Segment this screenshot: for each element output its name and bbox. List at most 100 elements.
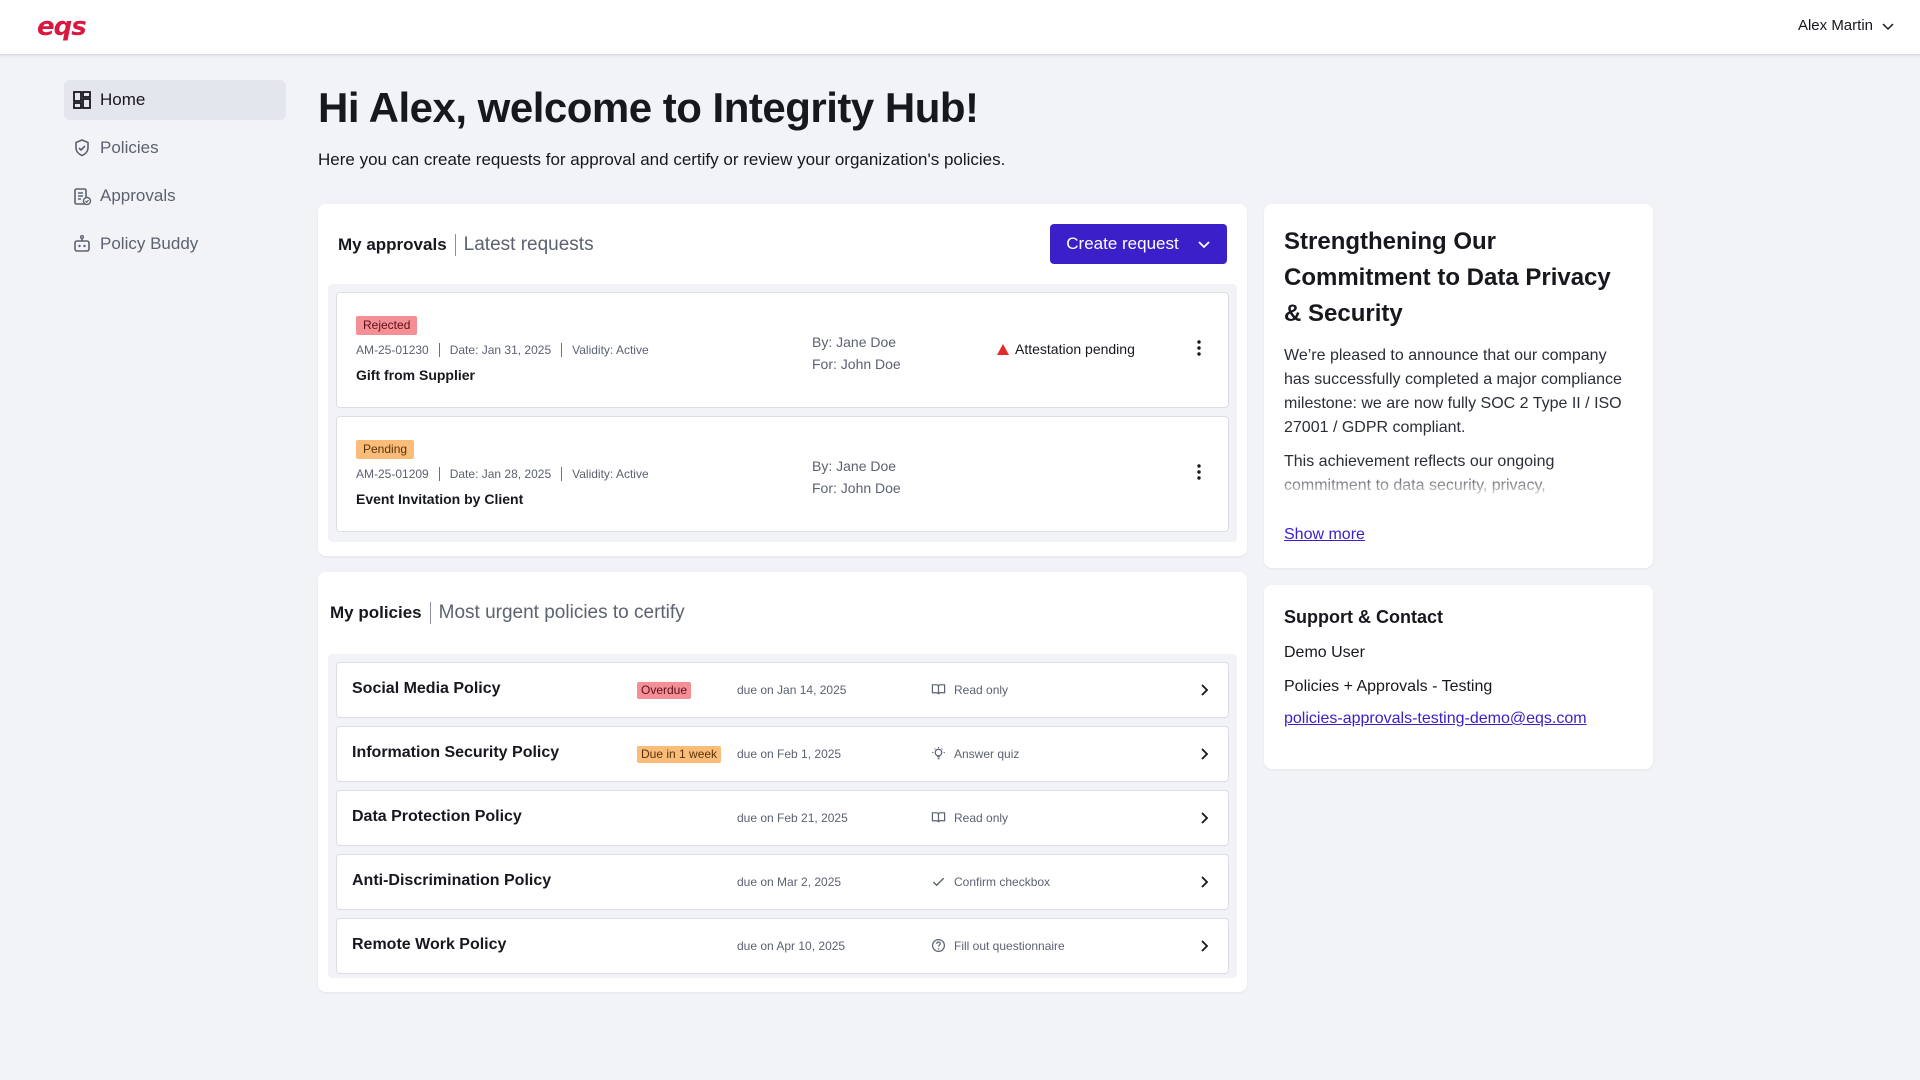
divider [454, 234, 456, 256]
policy-action-label: Confirm checkbox [954, 874, 1051, 889]
page-subtitle: Here you can create requests for approva… [318, 150, 1006, 169]
approvals-card: My approvals Latest requests Create requ… [318, 204, 1247, 556]
status-badge: Overdue [637, 682, 692, 699]
approval-id: AM-25-01209 [356, 467, 429, 481]
page-title: Hi Alex, welcome to Integrity Hub! [318, 84, 979, 131]
sidebar-item-policies[interactable]: Policies [64, 128, 286, 168]
sidebar-item-approvals[interactable]: Approvals [64, 176, 286, 216]
policy-action: Fill out questionnaire [931, 938, 1065, 953]
support-email-link[interactable]: policies-approvals-testing-demo@eqs.com [1284, 710, 1587, 728]
policy-action-label: Answer quiz [954, 746, 1020, 761]
approval-title: Gift from Supplier [356, 367, 475, 383]
policy-row[interactable]: Social Media Policy Overdue due on Jan 1… [336, 662, 1229, 718]
policy-action-label: Read only [954, 682, 1009, 697]
policies-heading: My policies [330, 603, 422, 622]
approval-title: Event Invitation by Client [356, 491, 524, 507]
user-name: Alex Martin [1797, 17, 1873, 34]
support-user: Demo User [1284, 644, 1365, 661]
approval-row[interactable]: Pending AM-25-01209 Date: Jan 28, 2025 V… [336, 416, 1229, 532]
policy-name: Remote Work Policy [352, 936, 507, 953]
approval-for: For: John Doe [812, 356, 901, 372]
approval-date: Date: Jan 31, 2025 [449, 343, 552, 357]
attestation-label: Attestation pending [1015, 341, 1135, 357]
divider [429, 602, 431, 624]
chevron-right-icon[interactable] [1196, 810, 1212, 826]
lightbulb-icon [932, 746, 945, 760]
shield-check-icon [72, 138, 92, 158]
policy-name: Social Media Policy [352, 680, 501, 697]
show-more-link[interactable]: Show more [1284, 526, 1365, 544]
chevron-right-icon[interactable] [1196, 746, 1212, 762]
book-icon [931, 812, 946, 823]
sidebar-item-label: Policies [100, 138, 159, 157]
approvals-subheading: Latest requests [463, 234, 594, 255]
divider [561, 467, 563, 481]
user-menu[interactable]: Alex Martin [1798, 17, 1895, 34]
chevron-right-icon[interactable] [1196, 682, 1212, 698]
policy-name: Information Security Policy [352, 744, 560, 761]
book-icon [931, 684, 946, 695]
chevron-down-icon [1198, 241, 1210, 249]
policies-list: Social Media Policy Overdue due on Jan 1… [328, 654, 1237, 978]
question-circle-icon [931, 938, 946, 953]
policy-action: Read only [931, 682, 1008, 697]
status-badge: Pending [356, 440, 415, 459]
approvals-card-header: My approvals Latest requests [338, 234, 594, 256]
announcement-fade: This achievement reflects our ongoing co… [1284, 450, 1633, 500]
policy-action: Answer quiz [931, 746, 1019, 761]
policy-due-date: due on Apr 10, 2025 [737, 939, 846, 953]
policy-action: Read only [931, 810, 1008, 825]
support-title: Support & Contact [1284, 607, 1443, 627]
approval-date: Date: Jan 28, 2025 [449, 467, 552, 481]
create-request-button[interactable]: Create request [1050, 224, 1227, 264]
support-tenant: Policies + Approvals - Testing [1284, 678, 1493, 695]
approval-by: By: Jane Doe [812, 334, 897, 350]
create-request-label: Create request [1066, 234, 1179, 253]
attestation-status: Attestation pending [997, 341, 1135, 357]
support-card: Support & Contact Demo User Policies + A… [1264, 585, 1653, 769]
chevron-right-icon[interactable] [1196, 938, 1212, 954]
sidebar: Home Policies Approvals Policy Buddy [64, 80, 286, 272]
sidebar-item-label: Approvals [100, 186, 176, 205]
clipboard-check-icon [72, 186, 92, 206]
approval-validity: Validity: Active [572, 343, 649, 357]
approval-meta: AM-25-01230 Date: Jan 31, 2025 Validity:… [356, 343, 649, 357]
announcement-paragraph: We’re pleased to announce that our compa… [1284, 347, 1622, 436]
bot-icon [72, 234, 92, 254]
policies-card: My policies Most urgent policies to cert… [318, 572, 1247, 992]
approval-by: By: Jane Doe [812, 458, 897, 474]
policy-row[interactable]: Remote Work Policy due on Apr 10, 2025 F… [336, 918, 1229, 974]
approval-for: For: John Doe [812, 480, 901, 496]
policy-due-date: due on Mar 2, 2025 [737, 875, 842, 889]
sidebar-item-policy-buddy[interactable]: Policy Buddy [64, 224, 286, 264]
policy-row[interactable]: Anti-Discrimination Policy due on Mar 2,… [336, 854, 1229, 910]
announcement-paragraph: This achievement reflects our ongoing co… [1284, 453, 1555, 494]
divider [438, 343, 440, 357]
policy-action-label: Read only [954, 810, 1009, 825]
warning-triangle-icon [997, 343, 1009, 355]
policy-name: Data Protection Policy [352, 808, 522, 825]
chevron-right-icon[interactable] [1196, 874, 1212, 890]
more-options-icon[interactable] [1196, 339, 1202, 357]
policy-name: Anti-Discrimination Policy [352, 872, 552, 889]
eqs-logo[interactable]: eqs [37, 14, 87, 40]
divider [561, 343, 563, 357]
top-bar: eqs Alex Martin [0, 0, 1920, 55]
dashboard-icon [72, 90, 92, 110]
policy-action-label: Fill out questionnaire [954, 938, 1065, 953]
status-badge: Due in 1 week [637, 746, 722, 763]
approvals-heading: My approvals [338, 235, 447, 254]
sidebar-item-home[interactable]: Home [64, 80, 286, 120]
policy-row[interactable]: Information Security Policy Due in 1 wee… [336, 726, 1229, 782]
policy-due-date: due on Feb 21, 2025 [737, 811, 848, 825]
sidebar-item-label: Policy Buddy [100, 234, 199, 253]
more-options-icon[interactable] [1196, 463, 1202, 481]
approval-id: AM-25-01230 [356, 343, 429, 357]
approval-people: By: Jane Doe For: John Doe [812, 331, 901, 375]
check-icon [932, 877, 945, 887]
policy-row[interactable]: Data Protection Policy due on Feb 21, 20… [336, 790, 1229, 846]
approval-people: By: Jane Doe For: John Doe [812, 455, 901, 499]
announcement-title: Strengthening Our Commitment to Data Pri… [1284, 228, 1611, 327]
approval-row[interactable]: Rejected AM-25-01230 Date: Jan 31, 2025 … [336, 292, 1229, 408]
policy-due-date: due on Jan 14, 2025 [737, 683, 847, 697]
